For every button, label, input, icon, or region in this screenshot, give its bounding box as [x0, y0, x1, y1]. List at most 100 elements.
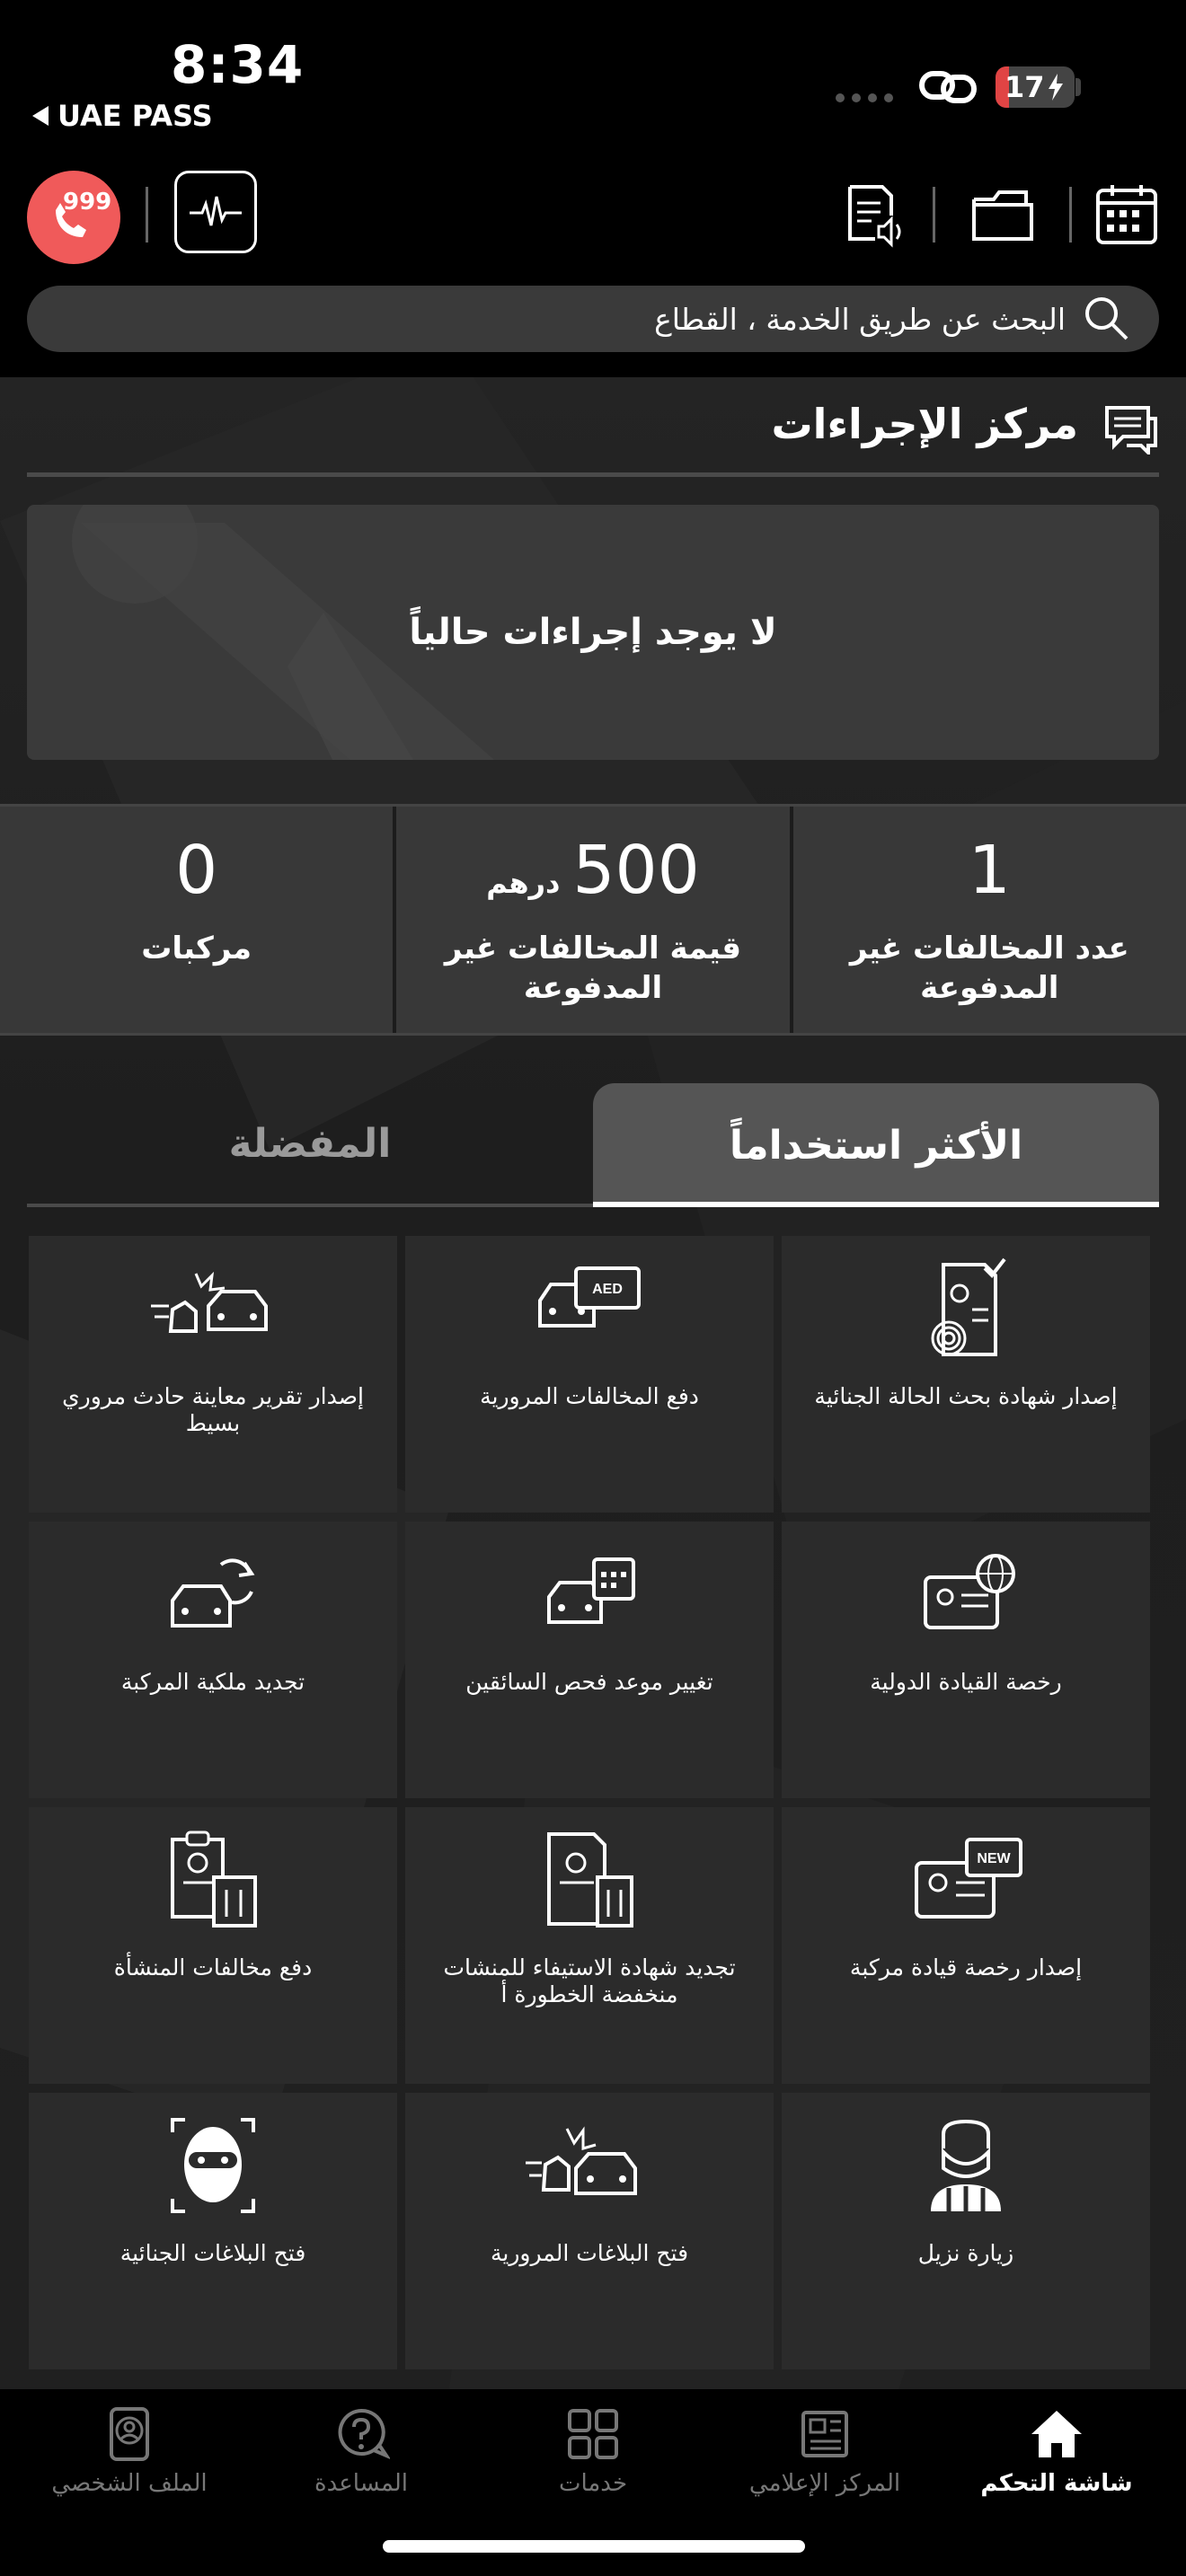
services-grid-icon: [568, 2409, 618, 2459]
stats-bar: 0 مركبات 500 درهم قيمة المخالفات غير المد…: [0, 804, 1186, 1036]
service-label: تغيير موعد فحص السائقين: [465, 1669, 713, 1695]
service-tile[interactable]: تغيير موعد فحص السائقين: [405, 1522, 774, 1798]
section-divider: [27, 472, 1159, 477]
battery-indicator: 17: [996, 66, 1075, 108]
chat-icon: [1105, 406, 1157, 454]
driver-test-appointment-icon: [547, 1557, 635, 1624]
criminal-report-icon: [171, 2118, 255, 2213]
nav-services[interactable]: خدمات: [474, 2389, 712, 2506]
service-label: إصدار تقرير معاينة حادث مروري بسيط: [62, 1383, 364, 1436]
service-label: فتح البلاغات المرورية: [490, 2240, 689, 2266]
pulse-icon: [190, 196, 242, 226]
tab-favorites[interactable]: المفضلة: [27, 1083, 593, 1204]
service-label: زيارة نزيل: [917, 2240, 1014, 2266]
search-input[interactable]: البحث عن طريق الخدمة ، القطاع: [27, 286, 1159, 352]
service-tile[interactable]: إصدار شهادة بحث الحالة الجنائية: [782, 1236, 1150, 1513]
media-center-icon: [801, 2411, 848, 2457]
new-driving-license-icon: NEW: [915, 1838, 1022, 1919]
emergency-999-button[interactable]: 999: [27, 171, 120, 264]
back-to-app-link[interactable]: UAE PASS: [32, 99, 213, 133]
service-label: رخصة القيادة الدولية: [870, 1669, 1062, 1695]
traffic-report-icon: [526, 2126, 637, 2195]
vehicle-renewal-icon: [171, 1558, 255, 1628]
service-label: دفع المخالفات المرورية: [480, 1383, 699, 1409]
profile-icon: [110, 2407, 149, 2461]
emergency-number: 999: [63, 189, 112, 216]
folder-icon[interactable]: [969, 180, 1037, 248]
battery-tip: [1075, 78, 1081, 96]
service-tile[interactable]: AED دفع المخالفات المرورية: [405, 1236, 774, 1513]
home-icon: [1031, 2411, 1082, 2457]
procedures-title: مركز الإجراءات: [771, 400, 1078, 448]
link-icon: [919, 71, 977, 103]
svg-text:AED: AED: [592, 1282, 623, 1297]
nav-profile[interactable]: الملف الشخصي: [11, 2389, 248, 2506]
divider: [933, 187, 935, 243]
tab-active-indicator: [593, 1202, 1159, 1207]
service-label: إصدار رخصة قيادة مركبة: [849, 1954, 1083, 1981]
service-tile[interactable]: إصدار تقرير معاينة حادث مروري بسيط: [29, 1236, 397, 1513]
service-tile[interactable]: NEW إصدار رخصة قيادة مركبة: [782, 1807, 1150, 2084]
nav-label: الملف الشخصي: [51, 2470, 208, 2497]
tab-divider: [27, 1204, 593, 1207]
svg-text:NEW: NEW: [977, 1851, 1011, 1866]
service-label: إصدار شهادة بحث الحالة الجنائية: [814, 1383, 1118, 1409]
no-procedures-text: لا يوجد إجراءات حالياً: [409, 612, 777, 653]
accident-report-icon: [151, 1271, 268, 1333]
service-label: تجديد ملكية المركبة: [120, 1669, 305, 1695]
service-tile[interactable]: زيارة نزيل: [782, 2093, 1150, 2369]
service-tile[interactable]: فتح البلاغات المرورية: [405, 2093, 774, 2369]
search-placeholder: البحث عن طريق الخدمة ، القطاع: [654, 301, 1066, 337]
service-tile[interactable]: دفع مخالفات المنشأة: [29, 1807, 397, 2084]
calendar-icon[interactable]: [1093, 180, 1161, 248]
criminal-status-certificate-icon: [931, 1257, 1006, 1356]
audio-document-icon[interactable]: [839, 180, 907, 248]
charging-bolt-icon: [1048, 74, 1063, 101]
nav-dashboard[interactable]: شاشة التحكم: [938, 2389, 1175, 2506]
nav-label: المساعدة: [314, 2470, 409, 2497]
divider: [146, 187, 148, 243]
pay-traffic-fines-icon: AED: [538, 1266, 641, 1328]
tab-label: المفضلة: [228, 1120, 392, 1167]
nav-label: المركز الإعلامي: [748, 2470, 901, 2497]
service-label: تجديد شهادة الاستيفاء للمنشات منخفضة الخ…: [443, 1954, 736, 2007]
status-time: 8:34: [171, 34, 305, 95]
stat-label: قيمة المخالفات غير المدفوعة: [444, 931, 742, 1007]
facility-fines-icon: [171, 1831, 257, 1928]
stat-unpaid-fines-value[interactable]: 500 درهم قيمة المخالفات غير المدفوعة: [393, 807, 790, 1033]
tab-most-used[interactable]: الأكثر استخداماً: [593, 1083, 1159, 1207]
nav-label: خدمات: [558, 2470, 628, 2497]
service-label: فتح البلاغات الجنائية: [119, 2240, 306, 2266]
service-label: دفع مخالفات المنشأة: [113, 1954, 313, 1981]
pulse-app-button[interactable]: [174, 171, 257, 253]
signal-dots: [836, 93, 893, 102]
help-icon: [338, 2408, 390, 2459]
nav-media-center[interactable]: المركز الإعلامي: [706, 2389, 943, 2506]
procedures-empty-card: لا يوجد إجراءات حالياً: [27, 505, 1159, 760]
service-tile[interactable]: فتح البلاغات الجنائية: [29, 2093, 397, 2369]
nav-help[interactable]: المساعدة: [243, 2389, 480, 2506]
stat-label: عدد المخالفات غير المدفوعة: [849, 931, 1129, 1007]
tab-label: الأكثر استخداماً: [729, 1122, 1023, 1169]
battery-level: 17: [1005, 70, 1045, 104]
international-license-icon: [924, 1554, 1015, 1629]
stat-vehicles[interactable]: 0 مركبات: [0, 807, 394, 1033]
home-indicator[interactable]: [383, 2540, 805, 2553]
facility-certificate-icon: [547, 1832, 633, 1928]
stat-value: 500: [572, 832, 700, 909]
stat-unpaid-fines-count[interactable]: 1 عدد المخالفات غير المدفوعة: [789, 807, 1186, 1033]
services-grid: إصدار شهادة بحث الحالة الجنائية AED دفع …: [29, 1236, 1150, 2369]
back-arrow-icon: [32, 106, 49, 126]
search-icon: [1085, 297, 1128, 340]
stat-value: 1: [968, 832, 1011, 909]
inmate-visit-icon: [931, 2119, 1001, 2211]
service-tile[interactable]: تجديد ملكية المركبة: [29, 1522, 397, 1798]
service-tile[interactable]: رخصة القيادة الدولية: [782, 1522, 1150, 1798]
divider: [1069, 187, 1072, 243]
stat-value: 0: [175, 832, 218, 909]
back-app-label: UAE PASS: [58, 99, 213, 133]
nav-label: شاشة التحكم: [980, 2470, 1133, 2497]
service-tile[interactable]: تجديد شهادة الاستيفاء للمنشات منخفضة الخ…: [405, 1807, 774, 2084]
stat-unit: درهم: [486, 866, 561, 900]
stat-label: مركبات: [141, 931, 252, 966]
